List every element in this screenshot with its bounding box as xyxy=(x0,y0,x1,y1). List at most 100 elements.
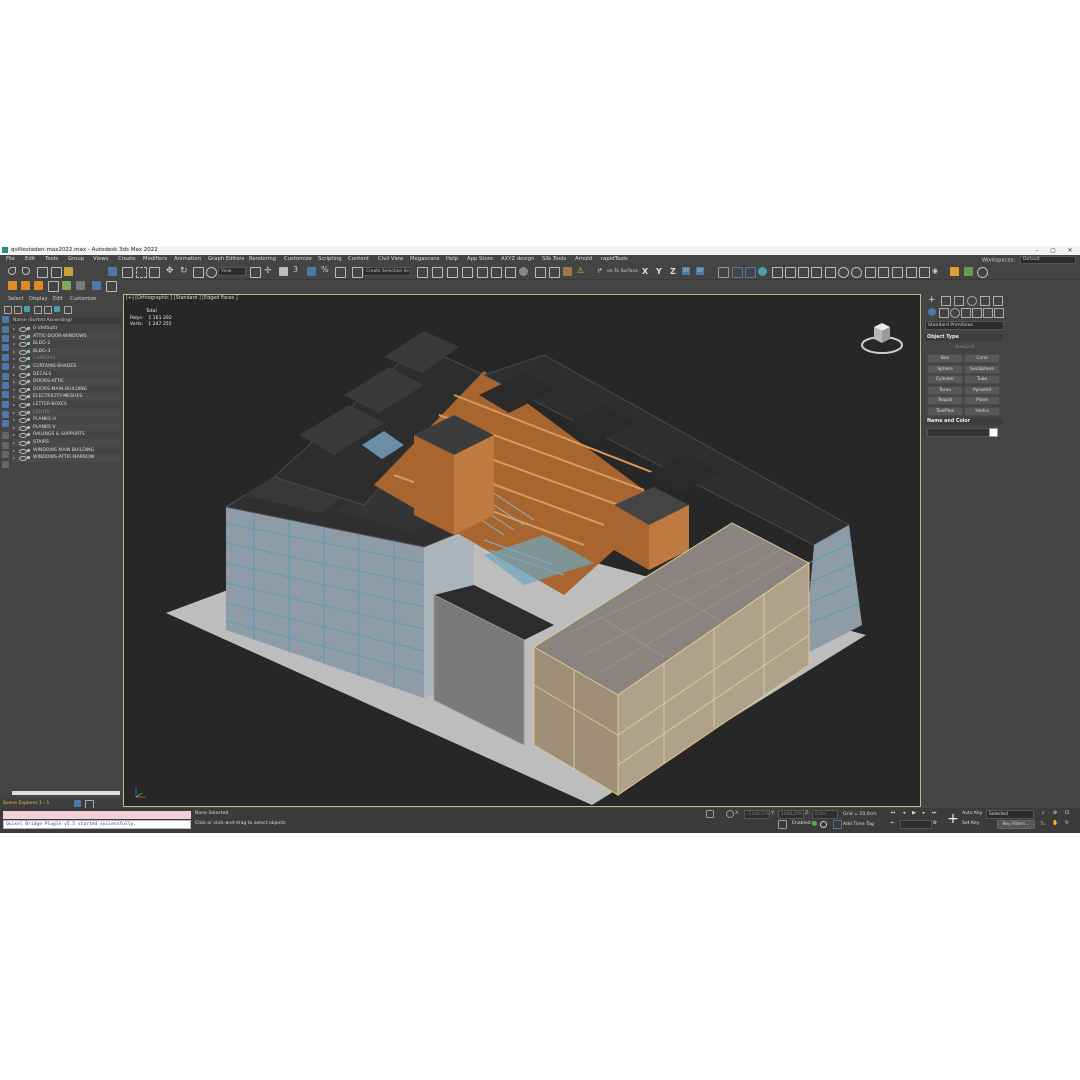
visibility-eye-icon[interactable] xyxy=(19,425,27,431)
layer-row[interactable]: ▸ WINDOWS MAIN BUILDING xyxy=(12,447,120,455)
enabled-status-icon[interactable] xyxy=(812,821,817,826)
scale-icon[interactable] xyxy=(193,267,204,278)
field-of-view-icon[interactable]: ◺ xyxy=(1040,820,1046,826)
filter-icon[interactable] xyxy=(4,306,12,314)
camera-orbit-icon[interactable] xyxy=(851,267,862,278)
visibility-eye-icon[interactable] xyxy=(19,448,27,454)
visibility-eye-icon[interactable] xyxy=(19,357,27,363)
link-icon[interactable] xyxy=(37,267,48,278)
menu-views[interactable]: Views xyxy=(93,256,108,262)
named-selection-set-dropdown[interactable]: Create Selection Se xyxy=(363,267,411,276)
rectangular-selection-icon[interactable] xyxy=(136,267,147,278)
set-key-plus-icon[interactable]: + xyxy=(945,811,961,827)
visibility-eye-icon[interactable] xyxy=(19,440,27,446)
sort-icon[interactable] xyxy=(14,306,22,314)
filter-containers-icon[interactable] xyxy=(2,401,9,408)
pan-icon[interactable]: ✋ xyxy=(1052,820,1058,826)
filter-bones-icon[interactable] xyxy=(2,391,9,398)
enabled-toggle-icon[interactable] xyxy=(820,821,827,828)
expand-arrow-icon[interactable]: ▸ xyxy=(13,333,15,341)
script-icon[interactable] xyxy=(964,267,973,276)
add-time-tag-button[interactable]: Add Time Tag xyxy=(843,822,874,827)
auto-key-button[interactable]: Auto Key xyxy=(962,811,982,816)
extras-toolbar-icon-8[interactable] xyxy=(106,281,117,292)
close-button[interactable]: ✕ xyxy=(1063,246,1077,255)
expand-arrow-icon[interactable]: ▸ xyxy=(13,393,15,401)
visibility-eye-icon[interactable] xyxy=(19,402,27,408)
systems-category-icon[interactable] xyxy=(994,308,1004,318)
expand-arrow-icon[interactable]: ▸ xyxy=(13,447,15,455)
visibility-eye-icon[interactable] xyxy=(19,395,27,401)
expand-arrow-icon[interactable]: ▸ xyxy=(13,355,15,363)
visibility-eye-icon[interactable] xyxy=(19,418,27,424)
filter-frozen-icon[interactable] xyxy=(2,411,9,418)
snap-vertex-icon[interactable] xyxy=(745,267,756,278)
schematic-view-icon[interactable] xyxy=(505,267,516,278)
layer-row[interactable]: ▸ CURTAINS-SHADES xyxy=(12,362,120,371)
display-tab-icon[interactable] xyxy=(980,296,990,306)
align-icon[interactable] xyxy=(432,267,443,278)
expand-arrow-icon[interactable]: ▸ xyxy=(13,424,15,432)
motion-tab-icon[interactable] xyxy=(967,296,977,306)
render-setup-icon[interactable] xyxy=(535,267,546,278)
expand-arrow-icon[interactable]: ▸ xyxy=(13,378,15,386)
filter-groups-icon[interactable] xyxy=(2,373,9,380)
menu-graph-editors[interactable]: Graph Editors xyxy=(208,256,244,262)
viewcube[interactable] xyxy=(860,321,904,357)
visibility-eye-icon[interactable] xyxy=(19,334,27,340)
toggle-scene-explorer-icon[interactable] xyxy=(447,267,458,278)
object-type-rollout-title[interactable]: Object Type xyxy=(925,334,1003,341)
axis-z-button[interactable]: Z xyxy=(670,267,676,276)
primitive-button-torus[interactable]: Torus xyxy=(927,385,963,395)
layer-manager-icon[interactable] xyxy=(878,267,889,278)
menu-create[interactable]: Create xyxy=(118,256,136,262)
adaptive-degradation-icon[interactable] xyxy=(778,820,787,829)
expand-arrow-icon[interactable]: ▸ xyxy=(13,409,15,417)
snap-edge-icon[interactable] xyxy=(772,267,783,278)
primitive-type-dropdown[interactable]: Standard Primitives xyxy=(925,321,1004,330)
primitive-button-cone[interactable]: Cone xyxy=(964,354,1000,363)
geometry-category-icon[interactable] xyxy=(928,308,936,316)
menu-scripting[interactable]: Scripting xyxy=(318,256,342,262)
key-mode-icon[interactable]: ⇤ xyxy=(890,820,896,826)
lights-category-icon[interactable] xyxy=(950,308,960,318)
spinner-snap-icon[interactable] xyxy=(335,267,346,278)
primitive-button-pyramid[interactable]: Pyramid xyxy=(964,385,1000,395)
previous-frame-icon[interactable]: ◂ xyxy=(901,810,907,816)
snap-toolbar-icon[interactable] xyxy=(718,267,729,278)
menu-silk-tools[interactable]: Silk Tools xyxy=(542,256,566,262)
utilities-icon[interactable] xyxy=(906,267,917,278)
select-by-name-icon[interactable] xyxy=(122,267,133,278)
curve-editor-icon[interactable] xyxy=(491,267,502,278)
name-and-color-rollout-title[interactable]: Name and Color xyxy=(925,418,1003,425)
expand-arrow-icon[interactable]: ▸ xyxy=(13,401,15,409)
key-filters-button[interactable]: Key Filters... xyxy=(997,820,1035,829)
expand-arrow-icon[interactable]: ▸ xyxy=(13,386,15,394)
layer-row[interactable]: ▸ RAILINGS & SUPPORTS xyxy=(12,431,120,439)
primitive-button-geosphere[interactable]: GeoSphere xyxy=(964,364,1000,374)
menu-civil-view[interactable]: Civil View xyxy=(378,256,404,262)
modify-tab-icon[interactable] xyxy=(941,296,951,306)
primitive-button-plane[interactable]: Plane xyxy=(964,396,1000,405)
move-icon[interactable]: ✥ xyxy=(166,266,174,276)
layer-row[interactable]: ▸ PLANKS H xyxy=(12,416,120,424)
primitive-button-hedra[interactable]: Hedra xyxy=(964,406,1000,416)
object-name-field[interactable] xyxy=(927,428,991,437)
filter-invert-icon[interactable] xyxy=(2,451,9,458)
keyboard-shortcut-icon[interactable] xyxy=(279,267,288,276)
expand-arrow-icon[interactable]: ▸ xyxy=(13,371,15,379)
isolate-toggle-icon[interactable] xyxy=(706,810,714,818)
unlink-icon[interactable] xyxy=(51,267,62,278)
select-manipulate-icon[interactable]: ✛ xyxy=(264,266,272,276)
toggle-layer-explorer-icon[interactable] xyxy=(462,267,473,278)
expand-arrow-icon[interactable]: ▸ xyxy=(13,439,15,447)
spacewarps-category-icon[interactable] xyxy=(983,308,993,318)
filter-all-icon[interactable] xyxy=(2,432,9,439)
minimize-button[interactable]: – xyxy=(1030,246,1044,255)
axis-xy-cycle-button[interactable]: XY xyxy=(696,267,705,275)
hierarchy-tab-icon[interactable] xyxy=(954,296,964,306)
go-to-start-icon[interactable]: ⏮ xyxy=(890,810,896,816)
menu-customize[interactable]: Customize xyxy=(284,256,312,262)
expand-arrow-icon[interactable]: ▸ xyxy=(13,454,15,462)
layer-row[interactable]: ▸ 0 (default) xyxy=(12,325,120,333)
